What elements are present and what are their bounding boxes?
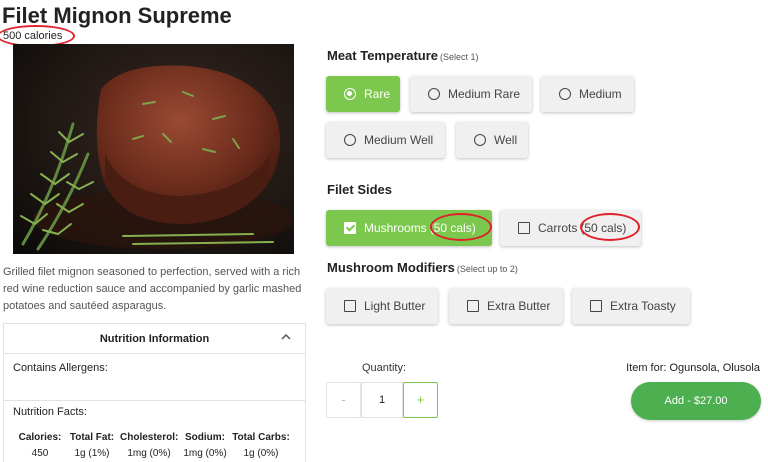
option-label: Extra Butter <box>487 299 551 313</box>
option-label: Extra Toasty <box>610 299 676 313</box>
item-description: Grilled filet mignon seasoned to perfect… <box>3 266 302 312</box>
checkbox-icon <box>467 300 479 312</box>
modifiers-hint: (Select up to 2) <box>456 264 518 274</box>
temp-option-medium-rare[interactable]: Medium Rare <box>410 76 532 112</box>
option-label: Rare <box>364 87 391 101</box>
checkbox-icon <box>590 300 602 312</box>
quantity-decrement-button[interactable]: - <box>326 382 361 418</box>
item-for-label: Item for: Ogunsola, Olusola <box>626 362 760 374</box>
option-label: Medium Rare <box>448 87 521 101</box>
nutrition-panel: Nutrition Information Contains Allergens… <box>3 323 306 462</box>
option-calories: (50 cals) <box>580 221 627 235</box>
fact-name: Sodium: <box>185 432 225 443</box>
temp-option-medium-well[interactable]: Medium Well <box>326 122 445 158</box>
item-title: Filet Mignon Supreme <box>2 3 232 28</box>
side-option-mushrooms[interactable]: Mushrooms (50 cals) <box>326 210 492 246</box>
option-label: Medium <box>579 87 622 101</box>
item-photo <box>13 44 294 254</box>
sides-title: Filet Sides <box>327 182 393 197</box>
allergens-label: Contains Allergens: <box>13 362 108 374</box>
fact-value: 450 <box>31 448 49 459</box>
checkbox-icon <box>344 300 356 312</box>
radio-icon <box>344 88 356 100</box>
option-text: Carrots (50 cals) <box>538 221 626 235</box>
temp-option-well[interactable]: Well <box>456 122 528 158</box>
fact-name: Total Carbs: <box>232 432 290 443</box>
temp-option-medium[interactable]: Medium <box>541 76 634 112</box>
radio-icon <box>559 88 571 100</box>
nutrition-fact-total-fat: Total Fat: 1g (1%) <box>66 432 118 459</box>
option-label: Carrots <box>538 221 578 235</box>
fact-name: Total Fat: <box>69 432 115 443</box>
fact-name: Calories: <box>18 432 62 443</box>
side-option-carrots[interactable]: Carrots (50 cals) <box>500 210 641 246</box>
option-label: Light Butter <box>364 299 426 313</box>
nutrition-title: Nutrition Information <box>99 333 210 345</box>
nutrition-fact-cholesterol: Cholesterol: 1mg (0%) <box>120 432 178 459</box>
fact-value: 1g (0%) <box>243 448 279 459</box>
nutrition-fact-total-carbs: Total Carbs: 1g (0%) <box>232 432 290 459</box>
modifiers-title: Mushroom Modifiers <box>327 260 455 275</box>
nutrition-facts-label: Nutrition Facts: <box>13 406 87 418</box>
radio-icon <box>474 134 486 146</box>
temperature-heading: Meat Temperature (Select 1) <box>327 48 479 63</box>
checkbox-icon <box>518 222 530 234</box>
nutrition-fact-sodium: Sodium: 1mg (0%) <box>181 432 229 459</box>
option-label: Well <box>494 133 518 147</box>
modifier-option-light-butter[interactable]: Light Butter <box>326 288 438 324</box>
add-to-order-button[interactable]: Add - $27.00 <box>631 382 761 420</box>
quantity-label: Quantity: <box>362 362 407 374</box>
quantity-increment-button[interactable]: + <box>403 382 438 418</box>
temperature-hint: (Select 1) <box>440 52 479 62</box>
modifiers-heading: Mushroom Modifiers (Select up to 2) <box>327 260 518 275</box>
option-label: Medium Well <box>364 133 434 147</box>
nutrition-fact-calories: Calories: 450 <box>18 432 62 459</box>
radio-icon <box>428 88 440 100</box>
fact-name: Cholesterol: <box>120 432 179 443</box>
steak-photo <box>13 44 294 254</box>
fact-value: 1mg (0%) <box>127 448 171 459</box>
radio-icon <box>344 134 356 146</box>
modifier-option-extra-butter[interactable]: Extra Butter <box>449 288 563 324</box>
fact-value: 1g (1%) <box>74 448 110 459</box>
option-text: Mushrooms (50 cals) <box>364 221 476 235</box>
temperature-title: Meat Temperature <box>327 48 439 63</box>
option-label: Mushrooms <box>364 221 427 235</box>
nutrition-divider <box>4 400 305 401</box>
sides-heading: Filet Sides <box>327 182 392 197</box>
modifier-option-extra-toasty[interactable]: Extra Toasty <box>572 288 690 324</box>
nutrition-header[interactable]: Nutrition Information <box>4 324 305 354</box>
checkbox-icon <box>344 222 356 234</box>
fact-value: 1mg (0%) <box>183 448 227 459</box>
chevron-up-icon[interactable] <box>279 330 293 344</box>
option-calories: (50 cals) <box>429 221 476 235</box>
item-calories: 500 calories <box>3 30 63 42</box>
temp-option-rare[interactable]: Rare <box>326 76 400 112</box>
quantity-value[interactable]: 1 <box>361 382 403 418</box>
